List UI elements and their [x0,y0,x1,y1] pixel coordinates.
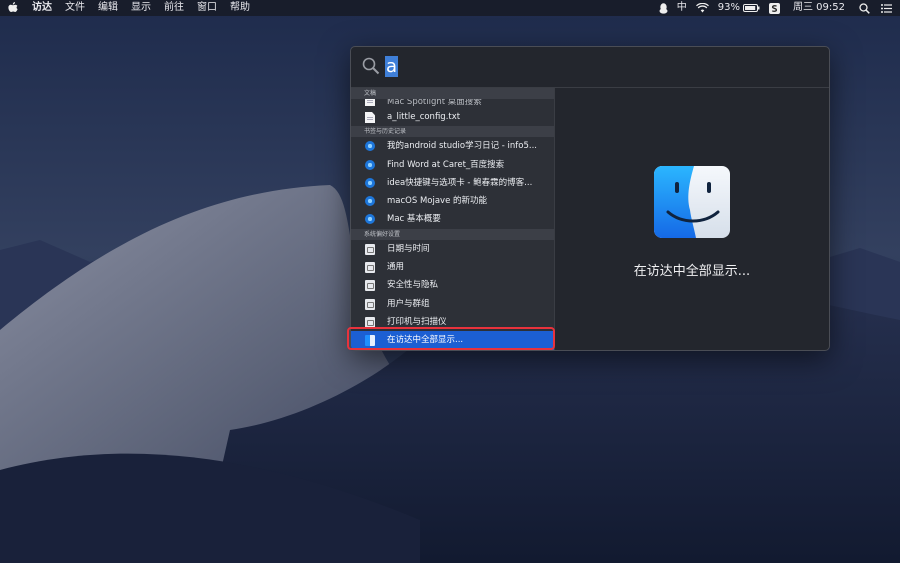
section-header-preferences: 系统偏好设置 [351,228,554,240]
result-item[interactable]: Mac 基本概要 [351,210,554,228]
menu-go[interactable]: 前往 [164,0,184,16]
document-icon [365,112,375,123]
wifi-icon[interactable] [695,3,709,13]
spotlight-search-input[interactable]: a [385,55,805,79]
safari-icon [365,214,375,225]
search-query-text: a [385,56,399,77]
finder-icon[interactable] [654,166,730,238]
section-header-documents: 文稿 [351,88,554,99]
spotlight-search-icon[interactable] [859,2,870,14]
menu-window[interactable]: 窗口 [197,0,217,16]
spotlight-window: a 文稿 Mac Spotlight 桌面搜索 a_little_config.… [350,46,830,351]
result-item[interactable]: 通用 [351,258,554,276]
menu-edit[interactable]: 编辑 [98,0,118,16]
menu-file[interactable]: 文件 [65,0,85,16]
apple-logo-icon[interactable] [8,2,18,14]
preference-icon [365,262,375,274]
preference-icon [365,298,375,310]
preview-caption: 在访达中全部显示... [633,264,751,279]
safari-icon [365,177,375,188]
list-menu-icon[interactable] [881,3,892,13]
menu-view[interactable]: 显示 [131,0,151,16]
section-header-bookmarks: 书签与历史记录 [351,126,554,138]
clock[interactable]: 周三 09:52 [793,0,845,16]
safari-icon [365,141,375,152]
result-item[interactable]: idea快捷键与选项卡 - 鲍春霖的博客... [351,174,554,192]
result-item[interactable]: a_little_config.txt [351,108,554,126]
safari-icon [365,159,375,170]
menu-bar: 访达 文件 编辑 显示 前往 窗口 帮助 中 93% 周三 09:52 [0,0,900,16]
input-method-indicator[interactable]: 中 [677,0,687,16]
result-item[interactable]: 用户与群组 [351,295,554,313]
menu-help[interactable]: 帮助 [230,0,250,16]
preference-icon [365,280,375,292]
battery-icon[interactable] [743,4,760,12]
qq-penguin-icon[interactable] [659,2,668,14]
magnifier-icon [362,57,380,79]
menu-app-name[interactable]: 访达 [32,0,52,16]
preview-pane: 在访达中全部显示... [555,88,829,350]
result-item[interactable]: Find Word at Caret_百度搜索 [351,156,554,174]
result-item[interactable]: 日期与时间 [351,240,554,258]
battery-percent[interactable]: 93% [718,0,740,16]
result-item[interactable]: 我的android studio学习日记 - info5... [351,137,554,155]
spotlight-search-bar: a [351,47,829,88]
document-icon [365,99,375,106]
safari-icon [365,196,375,207]
result-item[interactable]: 安全性与隐私 [351,276,554,294]
result-item[interactable]: Mac Spotlight 桌面搜索 [351,99,554,108]
s-app-icon[interactable] [769,2,780,14]
results-list[interactable]: 文稿 Mac Spotlight 桌面搜索 a_little_config.tx… [351,88,555,350]
preference-icon [365,243,375,255]
result-item[interactable]: macOS Mojave 的新功能 [351,192,554,210]
annotation-highlight-box [347,327,555,350]
